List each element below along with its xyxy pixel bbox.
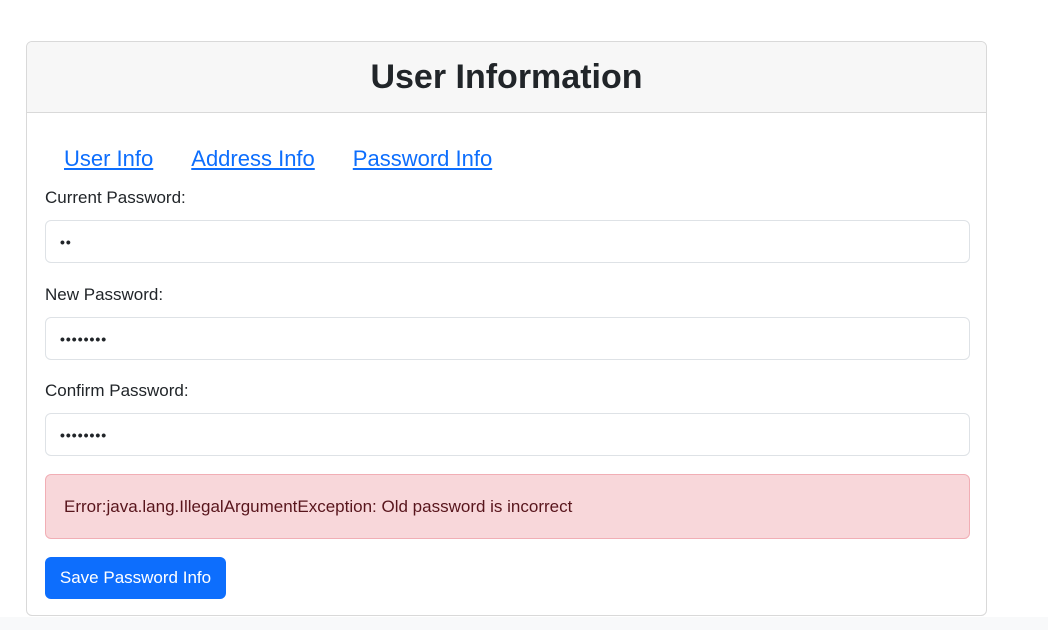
save-password-button[interactable]: Save Password Info (45, 557, 226, 599)
tab-address-info[interactable]: Address Info (191, 145, 315, 173)
current-password-input[interactable]: •• (45, 220, 970, 263)
confirm-password-label: Confirm Password: (45, 381, 189, 400)
error-message: Error:java.lang.IllegalArgumentException… (64, 496, 573, 516)
new-password-input[interactable]: •••••••• (45, 317, 970, 360)
current-password-value: •• (60, 233, 72, 250)
tab-user-info[interactable]: User Info (64, 145, 153, 173)
error-alert: Error:java.lang.IllegalArgumentException… (45, 474, 970, 539)
page-background-strip (0, 617, 1048, 630)
current-password-label: Current Password: (45, 188, 186, 207)
page-title: User Information (370, 57, 643, 96)
card-header: User Information (27, 42, 986, 113)
new-password-label: New Password: (45, 285, 164, 304)
new-password-value: •••••••• (60, 330, 108, 347)
user-information-card: User Information User Info Address Info … (26, 41, 987, 616)
confirm-password-input[interactable]: •••••••• (45, 413, 970, 456)
confirm-password-value: •••••••• (60, 426, 108, 443)
tab-bar: User Info Address Info Password Info (64, 145, 530, 173)
tab-password-info[interactable]: Password Info (353, 145, 492, 173)
